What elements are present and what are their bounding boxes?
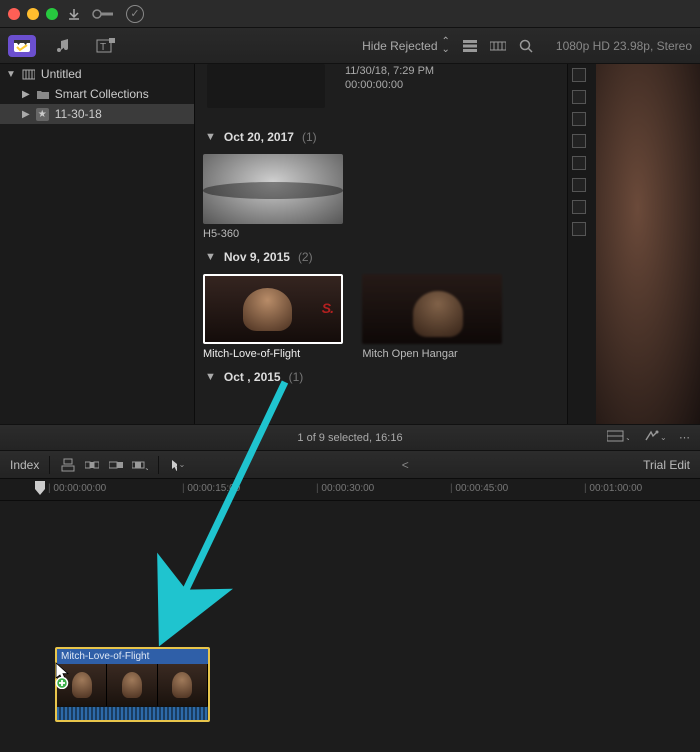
timeline-toolbar: Index ⌄ ⌄ < Trial Edit <box>0 450 700 478</box>
disclosure-triangle-icon[interactable]: ▼ <box>6 69 16 80</box>
timeline-clip-audio <box>57 706 208 720</box>
sidebar-label: Smart Collections <box>55 87 149 101</box>
browser-status-bar: 1 of 9 selected, 16:16 ⌄ ⌄ ⋯ <box>0 424 700 450</box>
clip-appearance-icon[interactable]: ⌄ <box>607 429 629 446</box>
viewer-frame <box>596 64 700 424</box>
date-group-header[interactable]: ▼ Oct 20, 2017 (1) <box>195 124 567 150</box>
library-sidebar: ▼ Untitled ▶ Smart Collections ▶ ★ 11-30… <box>0 64 195 424</box>
sidebar-item-untitled[interactable]: ▼ Untitled <box>0 64 194 84</box>
playhead-icon[interactable] <box>35 481 45 497</box>
sidebar-label: Untitled <box>41 67 82 81</box>
clip-thumbnail[interactable]: S. <box>203 274 343 344</box>
background-tasks-icon[interactable]: ✓ <box>126 5 144 23</box>
disclosure-triangle-icon[interactable]: ▼ <box>205 131 216 143</box>
clip-thumbnail[interactable] <box>203 154 343 224</box>
clip-item[interactable]: S. Mitch-Love-of-Flight <box>203 274 343 360</box>
date-label: Oct , 2015 <box>224 370 281 384</box>
svg-text:T: T <box>100 42 106 53</box>
viewer-checkbox[interactable] <box>572 222 586 236</box>
ruler-tick-label: | 00:00:45:00 <box>450 483 508 494</box>
svg-text:⌄: ⌄ <box>144 463 148 472</box>
ruler-tick-label: | 00:01:00:00 <box>584 483 642 494</box>
sidebar-item-event[interactable]: ▶ ★ 11-30-18 <box>0 104 194 124</box>
disclosure-triangle-icon[interactable]: ▼ <box>205 251 216 263</box>
clip-count-label: (1) <box>289 370 304 384</box>
search-icon[interactable] <box>518 39 534 53</box>
window-titlebar: ✓ <box>0 0 700 28</box>
timeline-clip[interactable]: Mitch-Love-of-Flight <box>55 647 210 722</box>
zoom-window-button[interactable] <box>46 8 58 20</box>
clip-name-label: Mitch-Love-of-Flight <box>203 348 343 360</box>
clip-filter-dropdown[interactable]: Hide Rejected ⌃⌄ <box>362 38 450 54</box>
viewer-checkbox[interactable] <box>572 112 586 126</box>
nav-prev-button[interactable]: < <box>402 458 409 472</box>
viewer-checkbox[interactable] <box>572 134 586 148</box>
timeline-title-label: Trial Edit <box>643 458 690 472</box>
date-group-header[interactable]: ▼ Nov 9, 2015 (2) <box>195 244 567 270</box>
svg-text:⌄: ⌄ <box>625 433 629 442</box>
library-icon <box>22 68 35 81</box>
close-window-button[interactable] <box>8 8 20 20</box>
clip-item[interactable]: H5-360 <box>203 154 343 240</box>
photos-audio-tab-icon[interactable] <box>50 35 78 57</box>
clip-browser: 11/30/18, 7:29 PM 00:00:00:00 ▼ Oct 20, … <box>195 64 567 424</box>
titles-generators-tab-icon[interactable]: T <box>92 35 120 57</box>
main-toolbar: T Hide Rejected ⌃⌄ 1080p HD 23.98p, Ster… <box>0 28 700 64</box>
selection-status-label: 1 of 9 selected, 16:16 <box>297 432 402 444</box>
more-icon[interactable]: ⋯ <box>679 431 690 444</box>
sidebar-label: 11-30-18 <box>55 107 102 121</box>
viewer-checkbox[interactable] <box>572 200 586 214</box>
import-icon[interactable] <box>66 6 82 22</box>
ruler-tick-label: | 00:00:30:00 <box>316 483 374 494</box>
append-clip-icon[interactable] <box>108 458 124 472</box>
date-group-header[interactable]: ▼ Oct , 2015 (1) <box>195 364 567 390</box>
ruler-tick-label: | 00:00:15:00 <box>182 483 240 494</box>
library-tab-icon[interactable] <box>8 35 36 57</box>
drag-cursor-icon <box>52 661 76 689</box>
overwrite-clip-icon[interactable]: ⌄ <box>132 458 148 472</box>
viewer-panel <box>567 64 700 424</box>
disclosure-triangle-icon[interactable]: ▼ <box>205 371 216 383</box>
connect-clip-icon[interactable] <box>60 458 76 472</box>
clip-count-label: (1) <box>302 130 317 144</box>
timeline-ruler[interactable]: | 00:00:00:00 | 00:00:15:00 | 00:00:30:00 |… <box>0 478 700 500</box>
list-view-icon[interactable] <box>462 39 478 53</box>
viewer-checkbox[interactable] <box>572 156 586 170</box>
timeline-clip-title: Mitch-Love-of-Flight <box>57 649 208 664</box>
insert-clip-icon[interactable] <box>84 458 100 472</box>
svg-text:⌄: ⌄ <box>660 433 665 442</box>
minimize-window-button[interactable] <box>27 8 39 20</box>
viewer-checkbox[interactable] <box>572 68 586 82</box>
disclosure-triangle-icon[interactable]: ▶ <box>22 109 30 120</box>
event-icon: ★ <box>36 108 49 121</box>
clip-name-label: Mitch Open Hangar <box>362 348 502 360</box>
sidebar-item-smart-collections[interactable]: ▶ Smart Collections <box>0 84 194 104</box>
disclosure-triangle-icon[interactable]: ▶ <box>22 89 30 100</box>
clip-item[interactable]: Mitch Open Hangar <box>362 274 502 360</box>
up-down-chevron-icon: ⌃⌄ <box>442 38 450 54</box>
filmstrip-view-icon[interactable] <box>490 39 506 53</box>
select-tool-icon[interactable]: ⌄ <box>169 458 185 472</box>
clip-count-label: (2) <box>298 250 313 264</box>
timeline[interactable]: Mitch-Love-of-Flight <box>0 500 700 752</box>
folder-icon <box>36 88 49 101</box>
index-button[interactable]: Index <box>10 458 39 472</box>
clip-thumbnail[interactable] <box>207 64 325 108</box>
effects-icon[interactable]: ⌄ <box>643 429 665 446</box>
date-label: Oct 20, 2017 <box>224 130 294 144</box>
media-info-label: 1080p HD 23.98p, Stereo <box>556 39 692 53</box>
date-label: Nov 9, 2015 <box>224 250 290 264</box>
clip-name-label: H5-360 <box>203 228 343 240</box>
keyword-icon[interactable] <box>90 6 118 22</box>
ruler-tick-label: | 00:00:00:00 <box>48 483 106 494</box>
viewer-checkbox[interactable] <box>572 178 586 192</box>
clip-filter-label: Hide Rejected <box>362 39 437 53</box>
timeline-clip-video <box>57 664 208 706</box>
viewer-checkbox[interactable] <box>572 90 586 104</box>
clip-thumbnail[interactable] <box>362 274 502 344</box>
